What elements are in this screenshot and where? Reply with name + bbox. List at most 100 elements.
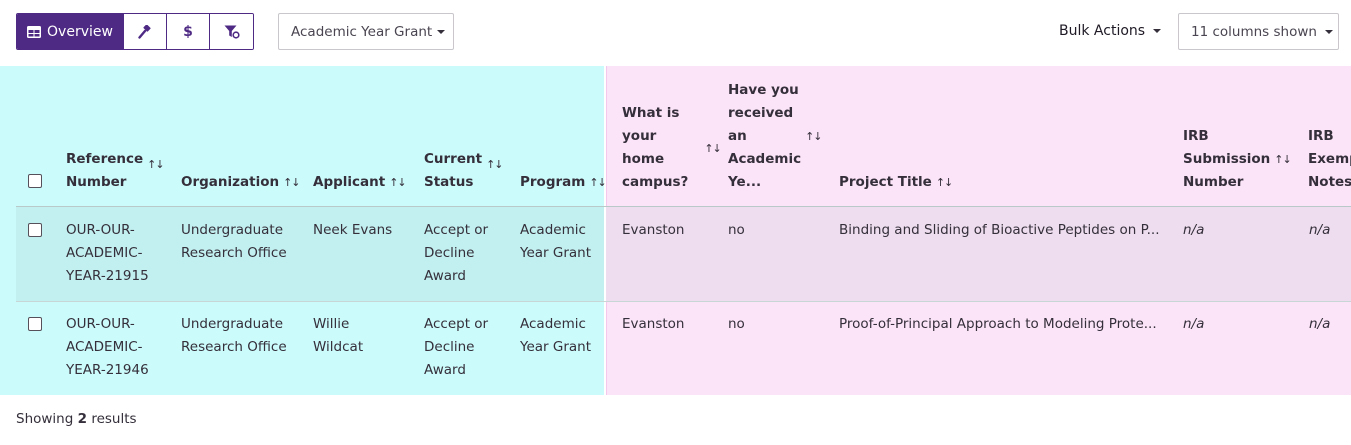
dollar-icon: $: [183, 23, 193, 40]
cell-program: Academic Year Grant: [520, 219, 591, 265]
cell-received: no: [728, 316, 745, 332]
cell-program: Academic Year Grant: [520, 313, 591, 359]
cell-irb-notes: n/a: [1309, 316, 1331, 332]
columns-shown-dropdown[interactable]: 11 columns shown: [1178, 13, 1339, 50]
cell-line: Wildcat: [313, 339, 364, 355]
column-header-irb-number[interactable]: IRB Submission Number ↑↓: [1183, 125, 1292, 194]
cell-line: Accept or: [424, 222, 489, 238]
header-line: Ye...: [728, 174, 762, 190]
sort-icon[interactable]: ↑↓: [805, 125, 822, 148]
cell-project-title: Proof-of-Principal Approach to Modeling …: [839, 316, 1157, 332]
cell-line: Undergraduate: [181, 316, 284, 332]
results-suffix: results: [91, 411, 137, 427]
cell-line: OUR-OUR-: [66, 316, 135, 332]
cell-line: Undergraduate: [181, 222, 284, 238]
cell-project-title: Binding and Sliding of Bioactive Peptide…: [839, 222, 1160, 238]
cell-line: Academic: [520, 316, 586, 332]
sort-icon[interactable]: ↑↓: [389, 171, 406, 194]
header-line: What is: [622, 105, 680, 121]
chevron-down-icon: [1153, 29, 1162, 33]
header-line: IRB: [1183, 128, 1209, 144]
column-header-reference[interactable]: Reference Number ↑↓: [66, 148, 165, 194]
gavel-view-button[interactable]: [124, 14, 167, 49]
sort-icon[interactable]: ↑↓: [486, 153, 503, 176]
cell-line: Award: [424, 268, 466, 284]
cell-organization: Undergraduate Research Office: [181, 219, 287, 265]
bulk-actions-dropdown[interactable]: Bulk Actions: [1059, 20, 1162, 42]
row-checkbox[interactable]: [28, 223, 42, 237]
header-line: Status: [424, 174, 474, 190]
header-line: Notes: [1308, 174, 1351, 190]
header-line: campus?: [622, 174, 689, 190]
header-line: Have you: [728, 82, 799, 98]
overview-view-button[interactable]: Overview: [17, 14, 124, 49]
column-header-received-academic[interactable]: Have you received an Academic Ye... ↑↓: [728, 79, 823, 194]
cell-applicant: Neek Evans: [313, 219, 392, 242]
cell-irb-number: n/a: [1183, 222, 1205, 238]
row-checkbox[interactable]: [28, 317, 42, 331]
program-select-value: Academic Year Grant: [291, 23, 433, 40]
cell-line: YEAR-21946: [66, 362, 149, 378]
header-line: Exempt: [1308, 151, 1351, 167]
cell-reference[interactable]: OUR-OUR- ACADEMIC- YEAR-21915: [66, 219, 149, 288]
sort-icon[interactable]: ↑↓: [936, 171, 953, 194]
header-line: Number: [1183, 174, 1244, 190]
results-count: Showing 2 results: [16, 411, 137, 427]
program-select[interactable]: Academic Year Grant: [278, 13, 454, 50]
header-line: Program: [520, 174, 586, 190]
column-header-program[interactable]: Program ↑↓: [520, 171, 607, 194]
cell-status: Accept or Decline Award: [424, 219, 488, 288]
table-grid-icon: [27, 25, 42, 38]
header-line: an: [728, 128, 747, 144]
header-line: IRB: [1308, 128, 1334, 144]
sort-icon[interactable]: ↑↓: [704, 137, 721, 160]
toolbar: Overview $ Academic Year Grant Bulk Acti…: [0, 0, 1351, 60]
header-line: Reference: [66, 151, 144, 167]
cell-line: Award: [424, 362, 466, 378]
cell-line: Research Office: [181, 245, 287, 261]
filter-view-button[interactable]: [210, 14, 253, 49]
sort-icon[interactable]: ↑↓: [1274, 148, 1291, 171]
cell-line: Year Grant: [520, 245, 592, 261]
sort-icon[interactable]: ↑↓: [589, 171, 606, 194]
select-all-checkbox[interactable]: [28, 174, 42, 188]
header-line: received: [728, 105, 794, 121]
cell-campus: Evanston: [622, 316, 685, 332]
chevron-down-icon: [1324, 29, 1333, 34]
cell-line: ACADEMIC-: [66, 245, 143, 261]
column-header-applicant[interactable]: Applicant ↑↓: [313, 171, 407, 194]
sort-icon[interactable]: ↑↓: [147, 153, 164, 176]
header-divider: [16, 206, 1351, 207]
column-header-current-status[interactable]: Current Status ↑↓: [424, 148, 504, 194]
cell-line: ACADEMIC-: [66, 339, 143, 355]
row-divider: [16, 301, 1351, 302]
cell-reference[interactable]: OUR-OUR- ACADEMIC- YEAR-21946: [66, 313, 149, 382]
bulk-actions-label: Bulk Actions: [1059, 23, 1146, 39]
chevron-down-icon: [437, 29, 446, 34]
cell-line: Research Office: [181, 339, 287, 355]
cell-line: Neek Evans: [313, 222, 393, 238]
sort-icon[interactable]: ↑↓: [283, 171, 300, 194]
finance-view-button[interactable]: $: [167, 14, 210, 49]
cell-status: Accept or Decline Award: [424, 313, 488, 382]
cell-received: no: [728, 222, 745, 238]
column-header-irb-notes[interactable]: IRB Exempt Notes: [1308, 125, 1351, 194]
columns-shown-label: 11 columns shown: [1191, 23, 1317, 40]
column-header-project-title[interactable]: Project Title ↑↓: [839, 171, 953, 194]
column-header-home-campus[interactable]: What is your home campus? ↑↓: [622, 102, 722, 194]
cell-campus: Evanston: [622, 222, 685, 238]
applications-table: Reference Number ↑↓ Organization ↑↓ Appli…: [0, 66, 1351, 395]
column-header-organization[interactable]: Organization ↑↓: [181, 171, 301, 194]
cell-line: Year Grant: [520, 339, 592, 355]
header-line: Applicant: [313, 174, 386, 190]
header-line: Number: [66, 174, 127, 190]
cell-applicant: Willie Wildcat: [313, 313, 363, 359]
cell-line: Academic: [520, 222, 586, 238]
header-line: Academic: [728, 151, 802, 167]
cell-line: OUR-OUR-: [66, 222, 135, 238]
cell-line: Accept or: [424, 316, 489, 332]
cell-irb-number: n/a: [1183, 316, 1205, 332]
cell-organization: Undergraduate Research Office: [181, 313, 287, 359]
header-line: Project Title: [839, 174, 932, 190]
cell-line: Willie: [313, 316, 350, 332]
